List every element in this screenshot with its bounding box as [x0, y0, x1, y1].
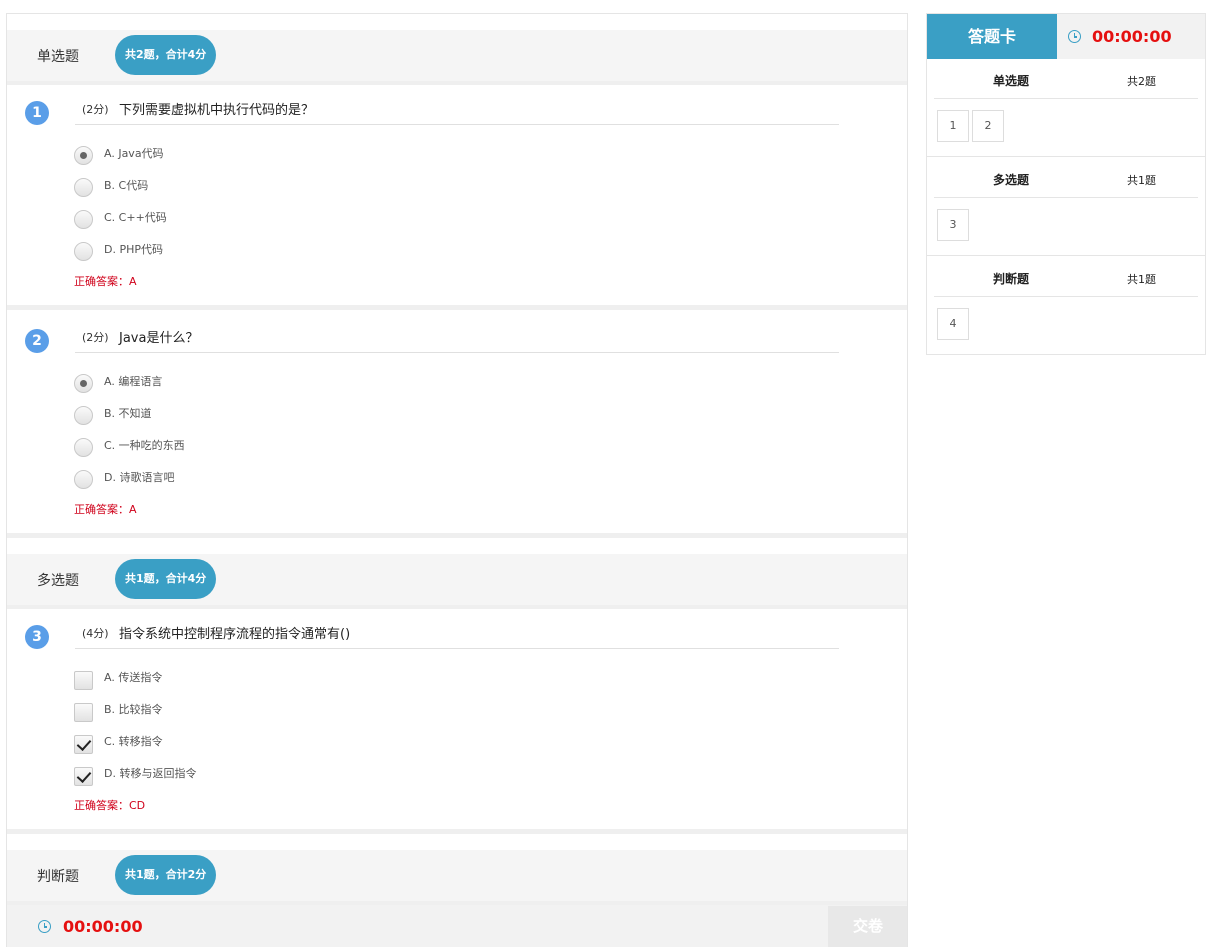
card-section-single-choice: 单选题 共2题 — [934, 59, 1198, 99]
correct-answer: 正确答案：CD — [74, 799, 146, 812]
question-nav-1[interactable]: 1 — [937, 110, 969, 142]
option-label: D. 诗歌语言吧 — [104, 471, 175, 484]
radio-button[interactable] — [74, 178, 93, 197]
question-text: 指令系统中控制程序流程的指令通常有() — [119, 627, 351, 642]
card-section-count: 共1题 — [1127, 174, 1156, 187]
question-text: 下列需要虚拟机中执行代码的是？ — [119, 103, 315, 118]
answer-card-header: 答题卡 00:00:00 — [927, 14, 1205, 59]
question-score: (2分) — [82, 331, 109, 344]
section-title: 多选题 — [37, 573, 79, 589]
question-nav-2[interactable]: 2 — [972, 110, 1004, 142]
section-header-multiple-choice: 多选题 共1题，合计4分 — [7, 554, 907, 605]
question-stem: (4分) 指令系统中控制程序流程的指令通常有() — [75, 621, 839, 649]
option-label: B. 不知道 — [104, 407, 152, 420]
radio-button[interactable] — [74, 210, 93, 229]
divider — [7, 533, 907, 538]
section-title: 单选题 — [37, 49, 79, 65]
option-label: A. Java代码 — [104, 147, 164, 160]
question-score: (4分) — [82, 627, 109, 640]
question-stem: (2分) 下列需要虚拟机中执行代码的是？ — [75, 97, 839, 125]
card-section-count: 共2题 — [1127, 75, 1156, 88]
card-section-title: 判断题 — [993, 272, 1030, 286]
radio-button[interactable] — [74, 406, 93, 425]
question-nav-3[interactable]: 3 — [937, 209, 969, 241]
divider — [927, 156, 1205, 157]
timer-display: 00:00:00 — [63, 917, 143, 936]
bottom-bar: 00:00:00 交卷 — [7, 905, 907, 947]
question-text: Java是什么？ — [119, 331, 199, 346]
divider — [927, 255, 1205, 256]
option-label: D. PHP代码 — [104, 243, 164, 256]
question-score: (2分) — [82, 103, 109, 116]
card-section-title: 单选题 — [993, 74, 1030, 88]
section-title: 判断题 — [37, 869, 79, 885]
answer-card-title: 答题卡 — [927, 14, 1057, 59]
timer-display: 00:00:00 — [1092, 27, 1172, 46]
section-header-single-choice: 单选题 共2题，合计4分 — [7, 30, 907, 81]
radio-button-selected[interactable] — [74, 146, 93, 165]
question-nav-4[interactable]: 4 — [937, 308, 969, 340]
option-label: D. 转移与返回指令 — [104, 767, 197, 780]
divider — [7, 829, 907, 834]
option-label: B. 比较指令 — [104, 703, 163, 716]
radio-button[interactable] — [74, 438, 93, 457]
section-summary-badge: 共1题，合计2分 — [115, 855, 217, 895]
divider — [7, 81, 907, 85]
checkbox[interactable] — [74, 671, 93, 690]
checkbox-checked[interactable] — [74, 767, 93, 786]
option-label: C. C++代码 — [104, 211, 167, 224]
radio-button[interactable] — [74, 470, 93, 489]
card-section-count: 共1题 — [1127, 273, 1156, 286]
option-label: A. 编程语言 — [104, 375, 163, 388]
answer-card: 答题卡 00:00:00 单选题 共2题 1 2 多选题 共1题 3 判断题 共… — [926, 13, 1206, 355]
correct-answer: 正确答案：A — [74, 503, 137, 516]
option-label: C. 一种吃的东西 — [104, 439, 185, 452]
radio-button-selected[interactable] — [74, 374, 93, 393]
section-header-true-false: 判断题 共1题，合计2分 — [7, 850, 907, 901]
card-section-true-false: 判断题 共1题 — [934, 257, 1198, 297]
section-summary-badge: 共2题，合计4分 — [115, 35, 217, 75]
checkbox[interactable] — [74, 703, 93, 722]
question-number-badge: 3 — [25, 625, 49, 649]
submit-button[interactable]: 交卷 — [828, 906, 907, 947]
radio-button[interactable] — [74, 242, 93, 261]
divider — [7, 305, 907, 310]
correct-answer: 正确答案：A — [74, 275, 137, 288]
checkbox-checked[interactable] — [74, 735, 93, 754]
divider — [7, 605, 907, 609]
question-number-badge: 2 — [25, 329, 49, 353]
clock-icon — [38, 920, 51, 933]
card-section-multiple-choice: 多选题 共1题 — [934, 158, 1198, 198]
question-panel: 单选题 共2题，合计4分 1 (2分) 下列需要虚拟机中执行代码的是？ A. J… — [6, 13, 908, 947]
section-summary-badge: 共1题，合计4分 — [115, 559, 217, 599]
question-number-badge: 1 — [25, 101, 49, 125]
card-section-title: 多选题 — [993, 173, 1030, 187]
question-stem: (2分) Java是什么？ — [75, 325, 839, 353]
option-label: B. C代码 — [104, 179, 149, 192]
option-label: A. 传送指令 — [104, 671, 163, 684]
clock-icon — [1068, 30, 1081, 43]
option-label: C. 转移指令 — [104, 735, 163, 748]
